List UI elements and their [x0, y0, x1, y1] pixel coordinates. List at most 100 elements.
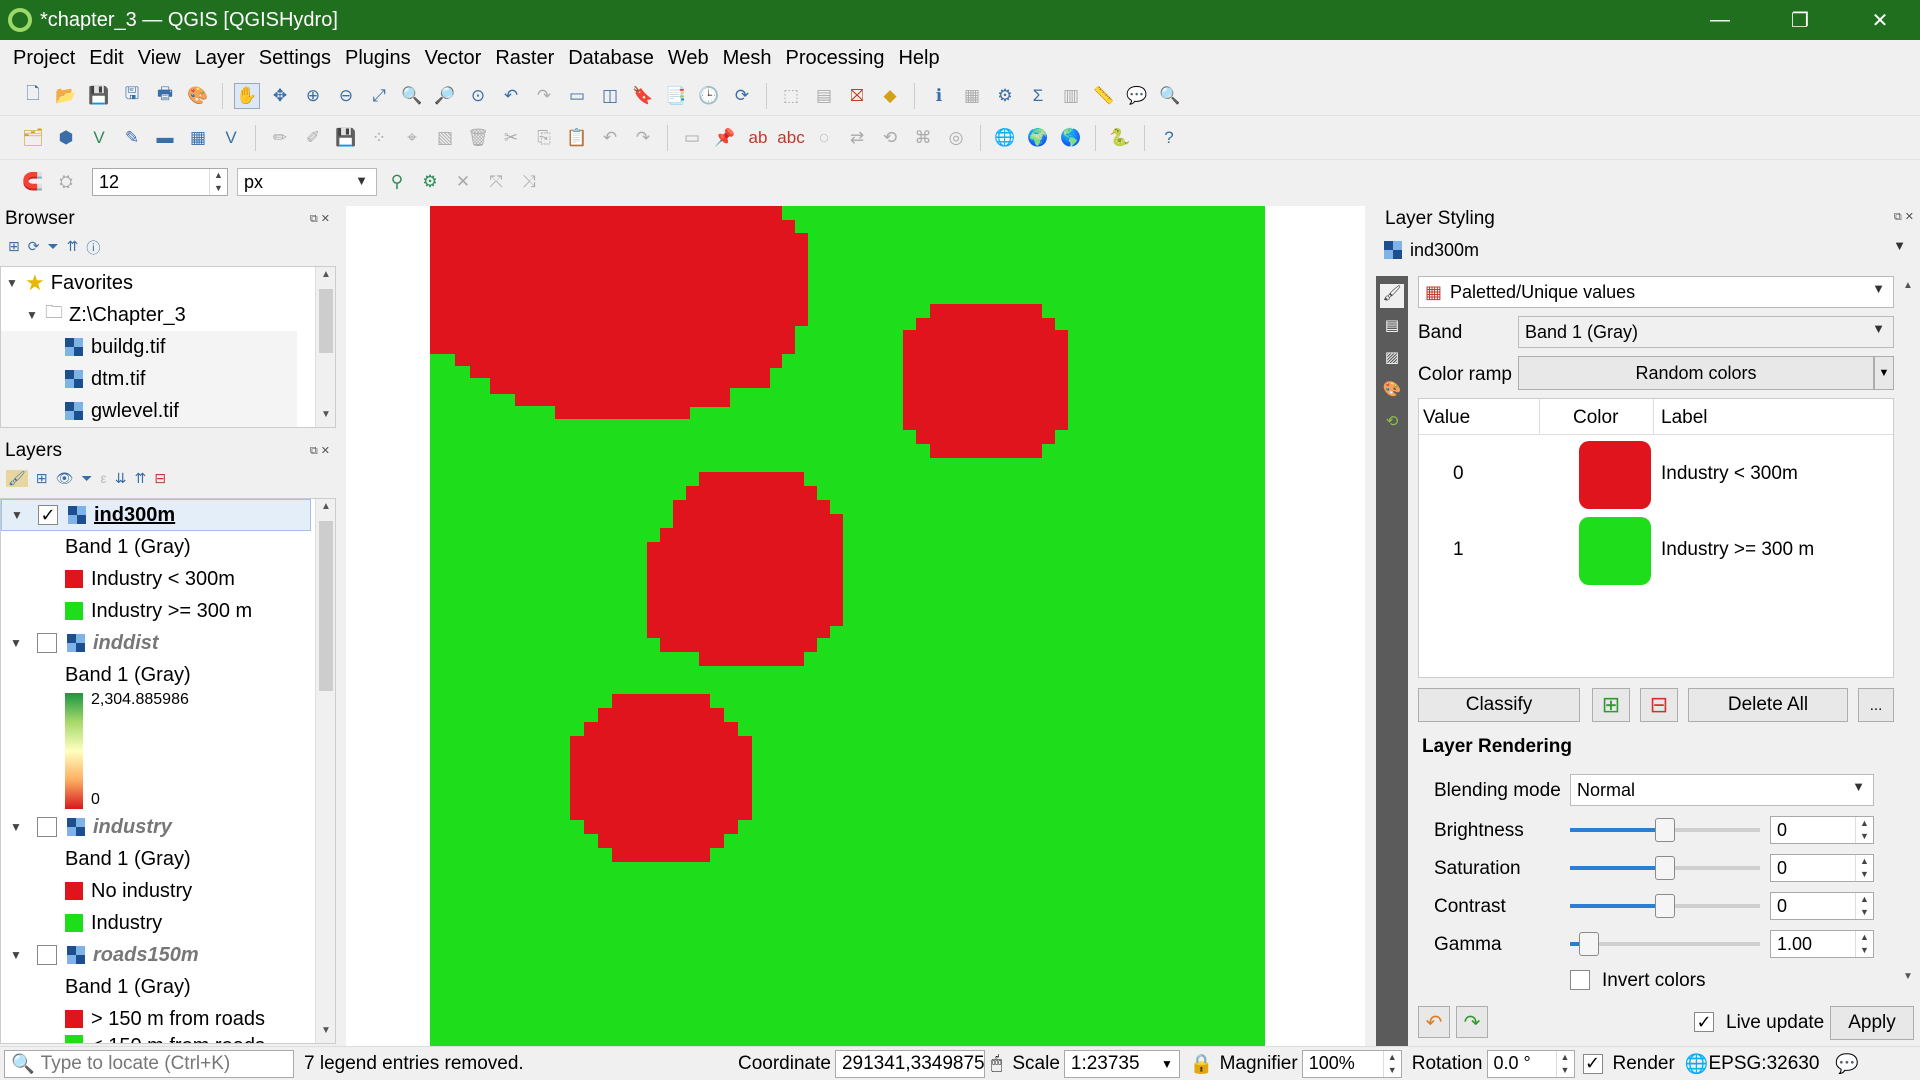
tree-item-favorites[interactable]: ▼ ★ Favorites — [1, 267, 335, 299]
live-update-checkbox[interactable]: ✓ — [1694, 1012, 1714, 1032]
symbology-tab-icon[interactable]: 🖌 — [1380, 284, 1404, 308]
style-manager-icon[interactable]: 🎨 — [185, 83, 211, 109]
saturation-spinbox[interactable]: 0 ▲ ▼ — [1770, 854, 1874, 882]
scale-combobox[interactable]: 1:23735 ▼ — [1063, 1049, 1180, 1078]
zoom-selection-icon[interactable]: 🔍 — [399, 83, 425, 109]
filter-expression-icon[interactable]: ε — [101, 470, 107, 487]
undo-icon[interactable]: ↶ — [597, 125, 623, 151]
crs-globe-icon[interactable]: 🌐 — [1685, 1052, 1709, 1076]
restore-button[interactable]: ❐ — [1760, 0, 1840, 40]
redo-icon[interactable]: ↷ — [630, 125, 656, 151]
gamma-slider[interactable] — [1570, 932, 1760, 956]
layer-visibility-checkbox[interactable]: ✓ — [38, 505, 58, 525]
menu-web[interactable]: Web — [661, 47, 716, 70]
layer-industry[interactable]: ▼ industry — [1, 811, 335, 843]
coordinate-field[interactable]: 291341,3349875 — [834, 1049, 985, 1078]
menu-raster[interactable]: Raster — [488, 47, 561, 70]
messages-icon[interactable]: 💬 — [1835, 1052, 1859, 1076]
rendering-tab-icon[interactable]: 🎨 — [1380, 380, 1404, 404]
label-pin-icon[interactable]: 📌 — [712, 125, 738, 151]
invert-colors-checkbox[interactable] — [1570, 970, 1590, 990]
add-class-icon[interactable]: ⊞ — [1592, 688, 1630, 722]
menu-vector[interactable]: Vector — [418, 47, 489, 70]
delete-all-button[interactable]: Delete All — [1688, 688, 1848, 722]
menu-processing[interactable]: Processing — [779, 47, 892, 70]
menu-edit[interactable]: Edit — [82, 47, 130, 70]
identify-icon[interactable]: ℹ — [926, 83, 952, 109]
expand-arrow-icon[interactable]: ▼ — [3, 276, 21, 290]
legend-item[interactable]: Industry >= 300 m — [1, 595, 335, 627]
new-temp-layer-icon[interactable]: ▬ — [152, 125, 178, 151]
magnet-icon[interactable]: 🧲 — [20, 169, 46, 195]
render-checkbox[interactable]: ✓ — [1582, 1053, 1603, 1074]
panel-float-close-icon[interactable]: ⧉ ✕ — [310, 212, 330, 226]
save-project-icon[interactable]: 💾 — [86, 83, 112, 109]
new-project-icon[interactable]: 🗋 — [20, 83, 46, 109]
zoom-in-icon[interactable]: ⊕ — [300, 83, 326, 109]
select-by-value-icon[interactable]: ▤ — [811, 83, 837, 109]
brightness-spinbox[interactable]: 0 ▲ ▼ — [1770, 816, 1874, 844]
pan-icon[interactable]: ✋ — [234, 82, 260, 109]
zoom-out-icon[interactable]: ⊖ — [333, 83, 359, 109]
menu-help[interactable]: Help — [891, 47, 946, 70]
legend-item[interactable]: Industry < 300m — [1, 563, 335, 595]
renderer-combobox[interactable]: ▦ Paletted/Unique values ▼ — [1418, 276, 1894, 308]
snap-config-icon[interactable]: ⛭ — [53, 169, 79, 195]
layer-visibility-checkbox[interactable] — [37, 633, 57, 653]
manage-visibility-icon[interactable]: 👁 — [56, 470, 74, 487]
menu-view[interactable]: View — [131, 47, 188, 70]
legend-item[interactable]: > 150 m from roads — [1, 1003, 335, 1035]
header-label[interactable]: Label — [1661, 407, 1708, 429]
measure-icon[interactable]: 📏 — [1091, 83, 1117, 109]
browser-scrollbar[interactable]: ▲ ▼ — [315, 267, 335, 427]
new-geopackage-icon[interactable]: ⬢ — [53, 125, 79, 151]
pan-to-selection-icon[interactable]: ✥ — [267, 83, 293, 109]
delete-selected-icon[interactable]: 🗑 — [465, 125, 491, 151]
contrast-slider[interactable] — [1570, 894, 1760, 918]
header-color[interactable]: Color — [1573, 407, 1618, 429]
layer-diagram-icon[interactable]: abc — [777, 125, 804, 151]
contrast-spinbox[interactable]: 0 ▲ ▼ — [1770, 892, 1874, 920]
zoom-next-icon[interactable]: ↷ — [531, 83, 557, 109]
lock-scale-icon[interactable]: 🔒 — [1190, 1052, 1214, 1076]
deselect-icon[interactable]: ⛝ — [844, 83, 870, 109]
globe-binoculars-icon[interactable]: 🌐 — [992, 125, 1018, 151]
copy-icon[interactable]: ⎘ — [531, 125, 557, 151]
open-project-icon[interactable]: 📂 — [53, 83, 79, 109]
add-vector-icon[interactable]: V — [218, 125, 244, 151]
new-shapefile-icon[interactable]: V — [86, 125, 112, 151]
layer-ind300m[interactable]: ▼ ✓ ind300m — [1, 499, 311, 531]
menu-layer[interactable]: Layer — [188, 47, 252, 70]
map-canvas[interactable] — [346, 206, 1365, 1046]
collapse-all-icon[interactable]: ⇈ — [134, 470, 146, 487]
close-button[interactable]: ✕ — [1840, 0, 1920, 40]
layer-labeling-icon[interactable]: ab — [745, 125, 771, 151]
redo-style-icon[interactable]: ↷ — [1456, 1006, 1488, 1038]
collapse-all-icon[interactable]: ⇈ — [67, 238, 79, 258]
locator-search-input[interactable]: 🔍 Type to locate (Ctrl+K) — [4, 1049, 294, 1078]
apply-button[interactable]: Apply — [1830, 1006, 1914, 1040]
panel-float-close-icon[interactable]: ⧉ ✕ — [1894, 210, 1914, 224]
layer-visibility-checkbox[interactable] — [37, 817, 57, 837]
trace-icon[interactable]: ✕ — [450, 169, 476, 195]
table-row[interactable]: 0 Industry < 300m — [1419, 437, 1893, 513]
zoom-last-icon[interactable]: ↶ — [498, 83, 524, 109]
zoom-native-icon[interactable]: ⊙ — [465, 83, 491, 109]
move-label-icon[interactable]: ⇄ — [844, 125, 870, 151]
vertex-tool-icon[interactable]: ⌖ — [399, 125, 425, 151]
magnifier-spinbox[interactable]: 100% ▲ ▼ — [1301, 1049, 1402, 1078]
paste-icon[interactable]: 📋 — [564, 125, 590, 151]
globe-plugin-icon[interactable]: 🌍 — [1025, 125, 1051, 151]
attribute-table-icon[interactable]: ▦ — [959, 83, 985, 109]
new-map-view-icon[interactable]: ▭ — [564, 83, 590, 109]
cut-icon[interactable]: ✂ — [498, 125, 524, 151]
refresh-icon[interactable]: ⟳ — [729, 83, 755, 109]
unit-combobox[interactable]: px ▼ — [237, 168, 377, 196]
select-location-icon[interactable]: ◆ — [877, 83, 903, 109]
filter-legend-icon[interactable]: ⏷ — [81, 470, 92, 487]
undo-style-icon[interactable]: ↶ — [1418, 1006, 1450, 1038]
globe-search-icon[interactable]: 🌎 — [1058, 125, 1084, 151]
statistics-icon[interactable]: Σ — [1025, 83, 1051, 109]
expand-arrow-icon[interactable]: ▼ — [23, 308, 41, 322]
expand-arrow-icon[interactable]: ▼ — [7, 820, 25, 834]
